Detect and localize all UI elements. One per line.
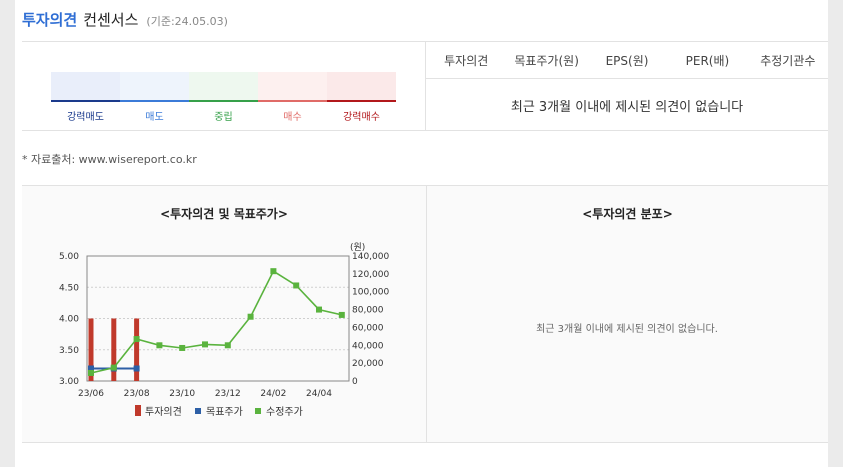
adjusted-price-point bbox=[293, 282, 300, 289]
x-tick-label: 23/12 bbox=[215, 389, 241, 399]
y-left-tick-label: 4.50 bbox=[59, 283, 79, 293]
legend-swatch bbox=[255, 408, 261, 414]
adjusted-price-point bbox=[88, 369, 94, 376]
adjusted-price-line bbox=[90, 270, 342, 374]
adjusted-price-point bbox=[270, 268, 277, 275]
opinion-target-price-chart: 5.00 4.50 4.00 3.50 3.00 140,000 120,000 100,00… bbox=[59, 242, 390, 418]
plot-frame bbox=[86, 255, 350, 382]
y-right-tick-label: 140,000 bbox=[352, 252, 389, 262]
adjusted-price-point bbox=[133, 336, 140, 343]
x-tick-label: 24/04 bbox=[306, 389, 332, 399]
adjusted-price-point bbox=[338, 311, 345, 318]
y-right-tick-label: 120,000 bbox=[352, 270, 389, 280]
adjusted-price-point bbox=[202, 341, 208, 348]
x-tick-label: 24/02 bbox=[260, 389, 286, 399]
legend-swatch bbox=[135, 405, 141, 416]
y-right-tick-label: 60,000 bbox=[352, 323, 384, 333]
x-tick-label: 23/10 bbox=[169, 389, 195, 399]
y-right-tick-label: 20,000 bbox=[352, 359, 384, 369]
legend-label: 투자의견 bbox=[145, 406, 182, 418]
y-left-tick-label: 3.00 bbox=[59, 377, 79, 387]
y-left-tick-label: 5.00 bbox=[59, 252, 79, 262]
legend-swatch bbox=[195, 408, 201, 414]
adjusted-price-point bbox=[224, 342, 231, 349]
y-right-tick-label: 0 bbox=[352, 377, 358, 387]
y-right-tick-label: 100,000 bbox=[352, 288, 389, 298]
adjusted-price-point bbox=[156, 342, 163, 349]
adjusted-price-point bbox=[316, 306, 322, 313]
opinion-bar bbox=[134, 318, 140, 381]
x-tick-label: 23/08 bbox=[124, 389, 150, 399]
y-left-tick-label: 3.50 bbox=[59, 346, 79, 356]
legend-label: 수정주가 bbox=[266, 406, 303, 418]
y-right-unit: (원) bbox=[350, 242, 365, 253]
y-right-tick-label: 40,000 bbox=[352, 341, 384, 351]
target-price-point bbox=[133, 365, 140, 372]
legend-label: 목표주가 bbox=[206, 406, 243, 418]
adjusted-price-point bbox=[179, 344, 186, 351]
y-left-tick-label: 4.00 bbox=[59, 315, 79, 325]
adjusted-price-point bbox=[110, 364, 117, 371]
x-tick-label: 23/06 bbox=[78, 389, 104, 399]
y-right-tick-label: 80,000 bbox=[352, 306, 384, 316]
opinion-bar bbox=[111, 318, 117, 381]
adjusted-price-point bbox=[247, 313, 254, 320]
